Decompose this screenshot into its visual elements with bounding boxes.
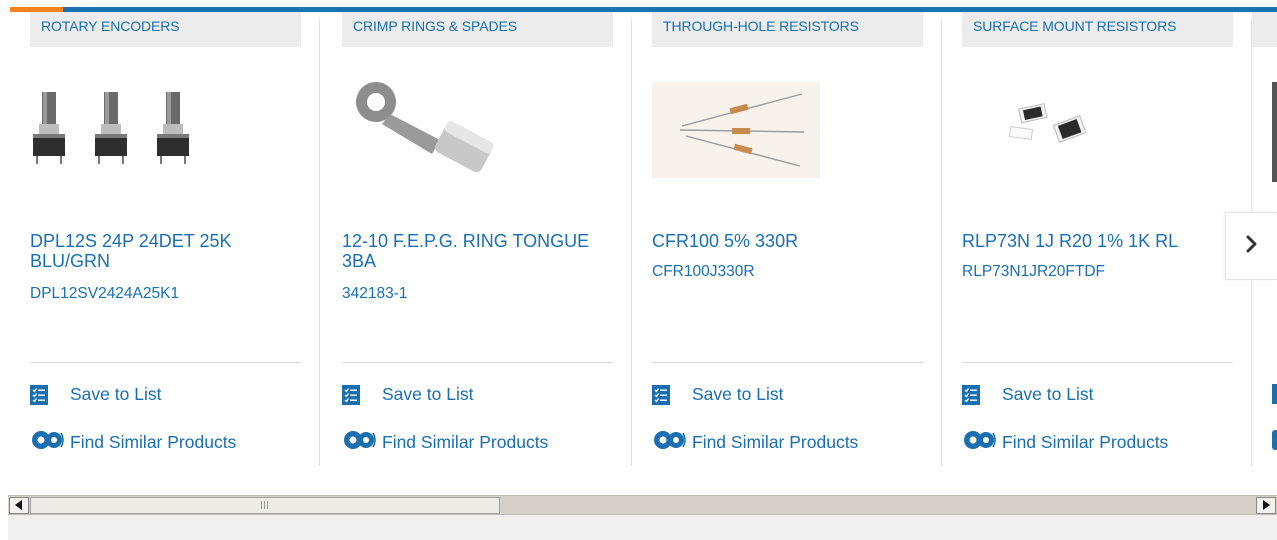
checklist-icon [30,384,48,405]
gears-icon [962,428,998,457]
category-label-partial [1252,12,1277,47]
product-image-crimp-ring[interactable] [342,80,522,184]
find-similar-button[interactable]: Find Similar Products [652,428,858,457]
page-footer-area [8,515,1277,540]
find-similar-label: Find Similar Products [382,432,549,452]
product-image-through-hole-resistors[interactable] [652,80,832,184]
category-label[interactable]: CRIMP RINGS & SPADES [342,12,613,47]
card-divider [342,362,613,363]
carousel-next-button[interactable] [1225,212,1277,280]
part-number[interactable]: RLP73N1JR20FTDF [962,263,1105,281]
gears-icon [1272,430,1277,450]
find-similar-label: Find Similar Products [1002,432,1169,452]
product-card: THROUGH-HOLE RESISTORS CFR100 5% 330R CF… [632,12,942,467]
save-to-list-button[interactable]: Save to List [652,384,783,405]
gears-icon [342,428,378,457]
find-similar-button[interactable]: Find Similar Products [962,428,1168,457]
find-similar-button[interactable]: Find Similar Products [30,428,236,457]
category-label[interactable]: SURFACE MOUNT RESISTORS [962,12,1233,47]
save-to-list-label: Save to List [692,384,784,404]
part-number[interactable]: CFR100J330R [652,263,755,281]
save-to-list-button[interactable]: Save to List [342,384,473,405]
save-to-list-label: Save to List [1002,384,1094,404]
product-card: ROTARY ENCODERS DPL12S 24P 24DET 25K BLU… [10,12,320,467]
save-to-list-button[interactable]: Save to List [962,384,1093,405]
category-label[interactable]: THROUGH-HOLE RESISTORS [652,12,923,47]
card-divider [962,362,1233,363]
find-similar-label: Find Similar Products [692,432,859,452]
scroll-left-button[interactable] [9,497,29,514]
find-similar-button[interactable]: Find Similar Products [342,428,548,457]
save-to-list-label: Save to List [70,384,162,404]
product-image-rotary-encoders[interactable] [30,80,210,184]
card-divider [652,362,923,363]
gears-icon [652,428,688,457]
product-carousel: ROTARY ENCODERS DPL12S 24P 24DET 25K BLU… [0,0,1277,540]
horizontal-scrollbar[interactable] [8,495,1277,515]
find-similar-label: Find Similar Products [70,432,237,452]
product-card: SURFACE MOUNT RESISTORS RLP73N 1J R20 1%… [942,12,1252,467]
checklist-icon [652,384,670,405]
product-image-partial [1272,82,1277,182]
product-title[interactable]: DPL12S 24P 24DET 25K BLU/GRN [30,231,290,271]
card-divider [30,362,301,363]
scroll-right-button[interactable] [1256,497,1276,514]
triangle-right-icon [1262,497,1270,515]
gears-icon [30,428,66,457]
product-image-surface-mount-resistors[interactable] [962,80,1142,184]
chevron-right-icon [1245,235,1259,258]
save-to-list-label: Save to List [382,384,474,404]
product-title[interactable]: RLP73N 1J R20 1% 1K RL [962,231,1222,251]
grip-icon [261,497,269,515]
save-to-list-button[interactable]: Save to List [30,384,161,405]
product-title[interactable]: 12-10 F.E.P.G. RING TONGUE 3BA [342,231,602,271]
category-label[interactable]: ROTARY ENCODERS [30,12,301,47]
product-card: CRIMP RINGS & SPADES 12-10 F.E.P.G. RING… [322,12,632,467]
part-number[interactable]: 342183-1 [342,285,408,303]
product-title[interactable]: CFR100 5% 330R [652,231,912,251]
part-number[interactable]: DPL12SV2424A25K1 [30,285,179,303]
checklist-icon [1272,384,1277,404]
checklist-icon [342,384,360,405]
checklist-icon [962,384,980,405]
scrollbar-thumb[interactable] [30,497,500,514]
triangle-left-icon [15,497,23,515]
card-separator [319,18,320,466]
